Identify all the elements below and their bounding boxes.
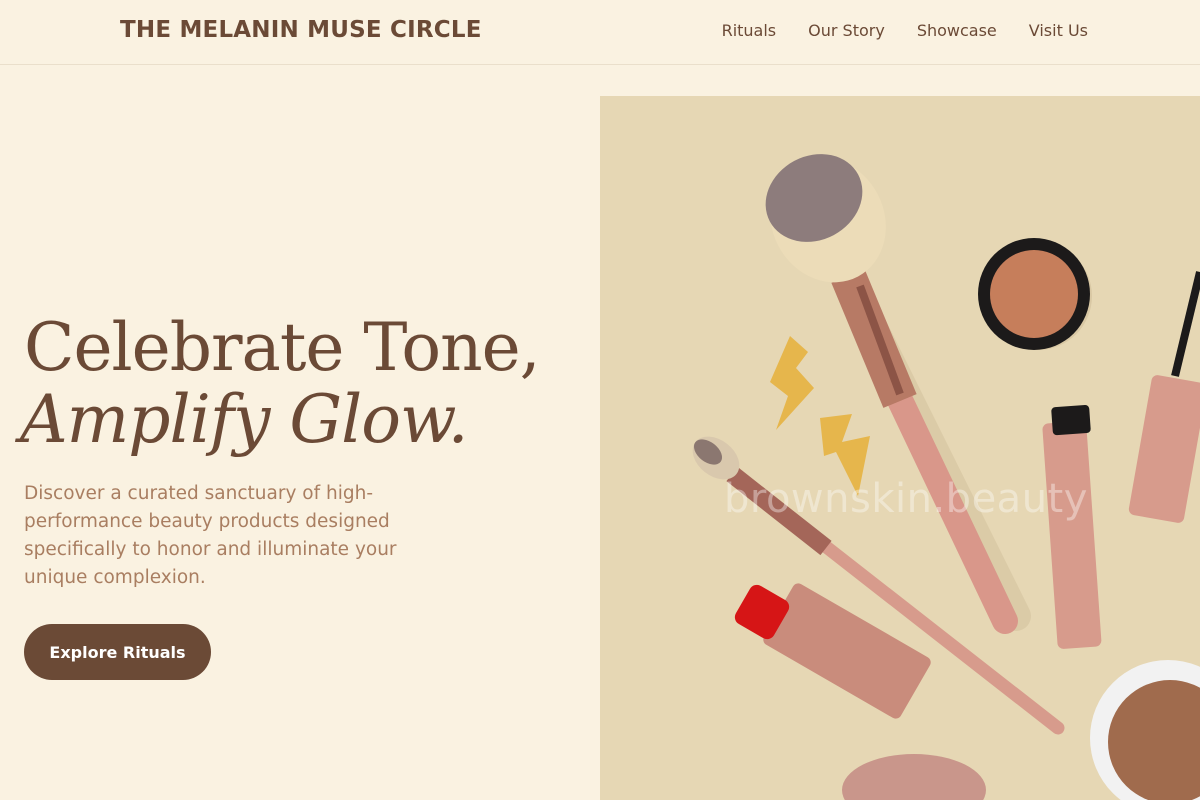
product-flatlay-illustration	[692, 154, 1200, 800]
nav-link-our-story[interactable]: Our Story	[808, 21, 885, 40]
compact-powder-icon	[978, 238, 1092, 350]
nav-link-showcase[interactable]: Showcase	[917, 21, 997, 40]
brand-logo[interactable]: THE MELANIN MUSE CIRCLE	[120, 17, 482, 43]
main-nav: Rituals Our Story Showcase Visit Us	[722, 21, 1088, 40]
scrunchie-icon	[842, 754, 986, 800]
hero-title: Celebrate Tone, Amplify Glow.	[20, 309, 541, 456]
hero-description: Discover a curated sanctuary of high-per…	[24, 483, 397, 588]
nav-link-rituals[interactable]: Rituals	[722, 21, 777, 40]
nav-link-visit-us[interactable]: Visit Us	[1029, 21, 1088, 40]
watermark: brownskin.beauty	[724, 476, 1088, 522]
hero-product-image: brownskin.beauty	[600, 96, 1200, 800]
lightning-earring-icon	[770, 336, 870, 496]
site-header: THE MELANIN MUSE CIRCLE Rituals Our Stor…	[0, 0, 1200, 65]
bronzer-compact-icon	[1090, 660, 1200, 800]
hero-title-line-1: Celebrate Tone,	[24, 309, 541, 386]
explore-rituals-button[interactable]: Explore Rituals	[24, 624, 211, 680]
hero-title-line-2: Amplify Glow.	[20, 381, 469, 458]
